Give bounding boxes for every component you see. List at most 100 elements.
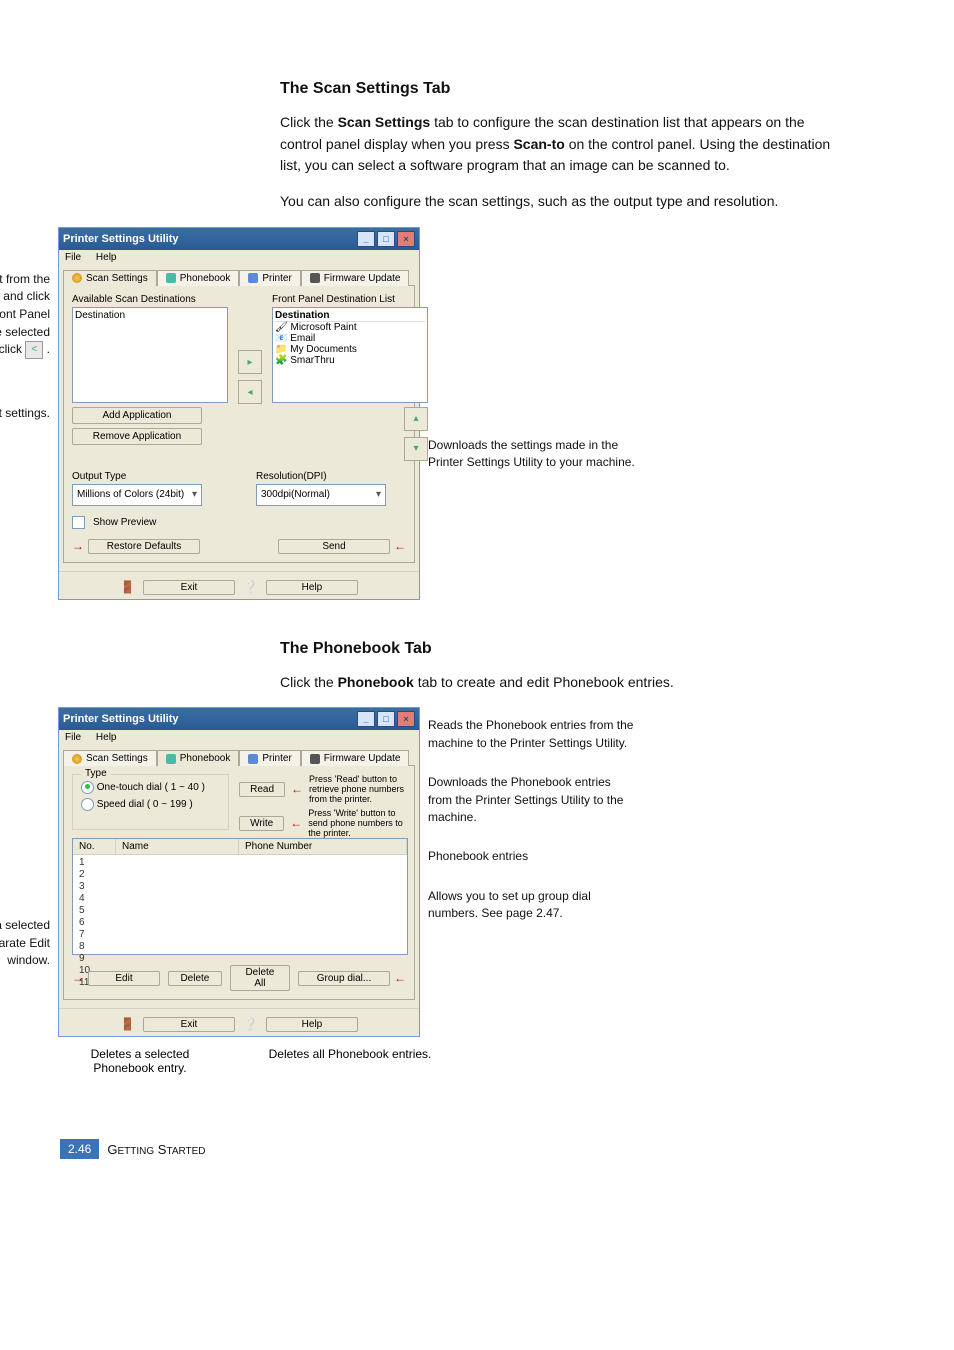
type-group-label: Type bbox=[81, 768, 111, 779]
scan-settings-heading: The Scan Settings Tab bbox=[280, 80, 850, 98]
callout-downloads-settings: Downloads the settings made in the Print… bbox=[428, 437, 638, 472]
exit-icon: 🚪 bbox=[120, 580, 135, 595]
printer-icon bbox=[248, 754, 258, 764]
arrow-icon: ← bbox=[291, 782, 303, 796]
tab-scan-settings[interactable]: Scan Settings bbox=[63, 270, 157, 286]
phonebook-list[interactable]: No. Name Phone Number 1 2 3 4 5 6 7 bbox=[72, 838, 408, 955]
col-name: Name bbox=[116, 839, 239, 854]
delete-button[interactable]: Delete bbox=[168, 971, 222, 986]
exit-icon: 🚪 bbox=[120, 1017, 135, 1032]
bold-phonebook: Phonebook bbox=[338, 674, 414, 690]
bold-scan-to: Scan-to bbox=[513, 136, 564, 152]
restore-defaults-button[interactable]: Restore Defaults bbox=[88, 539, 200, 554]
label-available-destinations: Available Scan Destinations bbox=[72, 294, 228, 305]
tab-label: Scan Settings bbox=[86, 753, 148, 764]
read-hint: Press 'Read' button to retrieve phone nu… bbox=[309, 774, 406, 804]
label-resolution: Resolution(DPI) bbox=[256, 471, 406, 482]
list-item[interactable]: 3 bbox=[79, 881, 401, 893]
col-phone: Phone Number bbox=[239, 839, 407, 854]
scan-settings-window: Printer Settings Utility _ □ × File Help… bbox=[58, 227, 420, 600]
list-item[interactable]: 🖌 Microsoft Paint bbox=[275, 322, 425, 333]
tab-label: Firmware Update bbox=[324, 273, 401, 284]
resolution-select[interactable]: 300dpi(Normal) bbox=[256, 484, 386, 506]
move-down-button[interactable]: ▾ bbox=[404, 437, 428, 461]
help-button[interactable]: Help bbox=[266, 580, 358, 595]
tab-label: Firmware Update bbox=[324, 753, 401, 764]
tab-firmware[interactable]: Firmware Update bbox=[301, 270, 410, 286]
exit-button[interactable]: Exit bbox=[143, 580, 235, 595]
list-item[interactable]: 7 bbox=[79, 929, 401, 941]
read-button[interactable]: Read bbox=[239, 782, 285, 797]
close-button[interactable]: × bbox=[397, 711, 415, 727]
text: Click the bbox=[280, 674, 338, 690]
close-button[interactable]: × bbox=[397, 231, 415, 247]
tab-phonebook[interactable]: Phonebook bbox=[157, 750, 240, 766]
arrow-icon: ← bbox=[394, 971, 406, 985]
tab-printer[interactable]: Printer bbox=[239, 270, 300, 286]
window-title: Printer Settings Utility bbox=[63, 233, 179, 245]
menu-file[interactable]: File bbox=[65, 732, 81, 743]
tab-row: Scan Settings Phonebook Printer Firmware… bbox=[59, 265, 419, 285]
remove-application-button[interactable]: Remove Application bbox=[72, 428, 202, 445]
list-item[interactable]: 9 bbox=[79, 953, 401, 965]
available-destinations-list[interactable]: Destination bbox=[72, 307, 228, 403]
delete-all-button[interactable]: Delete All bbox=[230, 965, 290, 991]
exit-button[interactable]: Exit bbox=[143, 1017, 235, 1032]
help-button[interactable]: Help bbox=[266, 1017, 358, 1032]
page-footer: 2.46 GETTING STARTED bbox=[60, 1139, 206, 1159]
col-no: No. bbox=[73, 839, 116, 854]
move-left-button[interactable]: ◂ bbox=[238, 380, 262, 404]
tab-scan-settings[interactable]: Scan Settings bbox=[63, 750, 157, 766]
edit-button[interactable]: Edit bbox=[88, 971, 160, 986]
remove-arrow-icon: < bbox=[25, 341, 43, 359]
output-type-value: Millions of Colors (24bit) bbox=[77, 489, 184, 500]
list-item[interactable]: 6 bbox=[79, 917, 401, 929]
list-item[interactable]: 5 bbox=[79, 905, 401, 917]
add-application-button[interactable]: Add Application bbox=[72, 407, 202, 424]
move-up-button[interactable]: ▴ bbox=[404, 407, 428, 431]
callout-phonebook-entries: Phonebook entries bbox=[428, 848, 638, 865]
one-touch-radio[interactable] bbox=[81, 781, 94, 794]
tab-printer[interactable]: Printer bbox=[239, 750, 300, 766]
list-item[interactable]: 8 bbox=[79, 941, 401, 953]
write-button[interactable]: Write bbox=[239, 816, 284, 831]
callout-deletes-all: Deletes all Phonebook entries. bbox=[260, 1047, 440, 1075]
printer-icon bbox=[248, 273, 258, 283]
callout-restore-defaults: Click to restore the default settings. bbox=[0, 405, 50, 422]
tab-firmware[interactable]: Firmware Update bbox=[301, 750, 410, 766]
list-item[interactable]: 🧩 SmarThru bbox=[275, 355, 425, 366]
scan-settings-para1: Click the Scan Settings tab to configure… bbox=[280, 112, 850, 177]
text: Click the bbox=[280, 114, 338, 130]
scan-settings-para2: You can also configure the scan settings… bbox=[280, 191, 850, 213]
one-touch-label: One-touch dial ( 1 ~ 40 ) bbox=[97, 783, 205, 794]
callout-download-entries: Downloads the Phonebook entries from the… bbox=[428, 774, 638, 826]
group-dial-button[interactable]: Group dial... bbox=[298, 971, 390, 986]
send-button[interactable]: Send bbox=[278, 539, 390, 554]
list-item[interactable]: 4 bbox=[79, 893, 401, 905]
text: Select the program you want from the Ava… bbox=[0, 272, 50, 303]
menu-help[interactable]: Help bbox=[96, 732, 117, 743]
callout-read-entries: Reads the Phonebook entries from the mac… bbox=[428, 717, 638, 752]
tab-phonebook[interactable]: Phonebook bbox=[157, 270, 240, 286]
show-preview-checkbox[interactable] bbox=[72, 516, 85, 529]
menu-help[interactable]: Help bbox=[96, 252, 117, 263]
front-panel-list[interactable]: Destination 🖌 Microsoft Paint 📧 Email 📁 … bbox=[272, 307, 428, 403]
maximize-button[interactable]: □ bbox=[377, 711, 395, 727]
menubar: File Help bbox=[59, 250, 419, 265]
minimize-button[interactable]: _ bbox=[357, 231, 375, 247]
arrow-icon: → bbox=[72, 539, 84, 553]
phonebook-window: Printer Settings Utility _ □ × File Help… bbox=[58, 707, 420, 1037]
list-item[interactable]: 📧 Email bbox=[275, 333, 425, 344]
speed-dial-radio[interactable] bbox=[81, 798, 94, 811]
tab-label: Phonebook bbox=[180, 273, 231, 284]
list-item[interactable]: 📁 My Documents bbox=[275, 344, 425, 355]
menu-file[interactable]: File bbox=[65, 252, 81, 263]
list-item[interactable]: 2 bbox=[79, 869, 401, 881]
maximize-button[interactable]: □ bbox=[377, 231, 395, 247]
output-type-select[interactable]: Millions of Colors (24bit) bbox=[72, 484, 202, 506]
move-right-button[interactable]: ▸ bbox=[238, 350, 262, 374]
arrow-icon: ← bbox=[394, 539, 406, 553]
list-item[interactable]: 1 bbox=[79, 857, 401, 869]
arrow-icon: ← bbox=[290, 816, 302, 830]
minimize-button[interactable]: _ bbox=[357, 711, 375, 727]
